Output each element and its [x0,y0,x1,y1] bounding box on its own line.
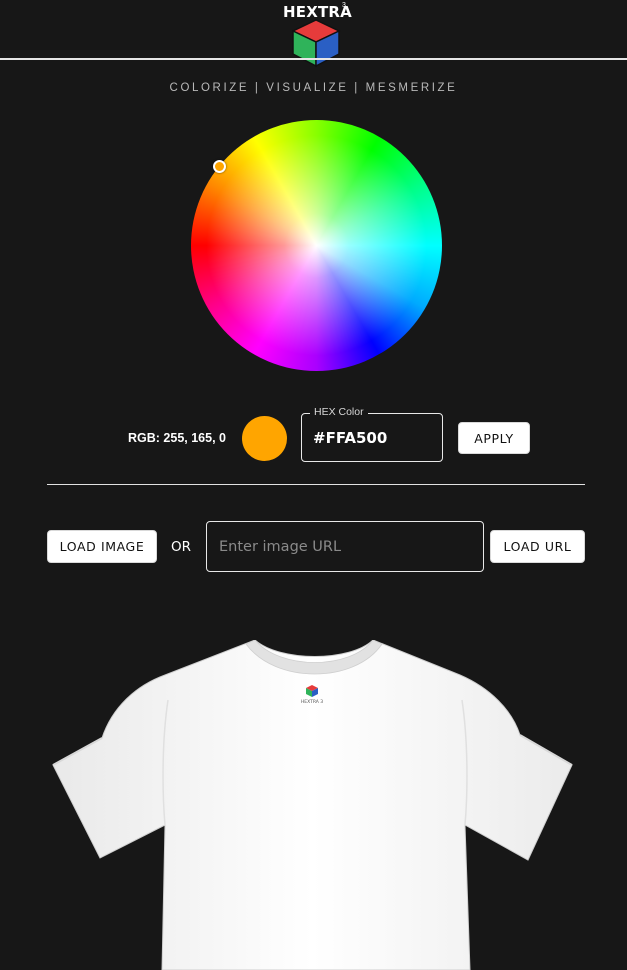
hex-field-label: HEX Color [310,406,368,418]
hextra-cube-logo-icon [291,19,341,68]
apply-button[interactable]: APPLY [458,422,530,454]
load-image-button[interactable]: LOAD IMAGE [47,530,157,563]
section-divider [47,484,585,485]
hex-color-field[interactable]: HEX Color #FFA500 [301,406,443,462]
or-label: OR [171,539,192,555]
image-url-input[interactable] [206,521,484,572]
shirt-tag-text: HEXTRA 3 [301,699,323,705]
color-swatch [242,416,287,461]
hex-input-value[interactable]: #FFA500 [313,429,387,447]
logo-superscript: 3 [342,2,346,9]
tagline: COLORIZE | VISUALIZE | MESMERIZE [169,82,458,94]
app-header: HEXTRA 3 [0,0,627,68]
color-wheel-handle[interactable] [213,160,226,173]
rgb-readout: RGB: 255, 165, 0 [128,431,226,445]
color-wheel[interactable] [191,120,442,371]
tshirt-preview-image: HEXTRA 3 [52,640,573,970]
header-divider [0,58,627,60]
load-url-button[interactable]: LOAD URL [490,530,585,563]
